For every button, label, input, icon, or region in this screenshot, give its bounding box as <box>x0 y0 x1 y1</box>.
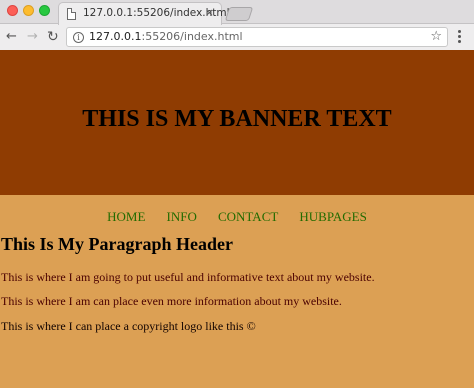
more-menu-icon[interactable] <box>458 30 461 44</box>
banner-text: THIS IS MY BANNER TEXT <box>82 106 392 132</box>
browser-chrome: 127.0.0.1:55206/index.html × ← → ↻ i 127… <box>0 0 474 50</box>
paragraph-3: This is where I can place a copyright lo… <box>1 319 256 333</box>
web-page: THIS IS MY BANNER TEXT HOME INFO CONTACT… <box>0 50 474 388</box>
address-bar[interactable]: i 127.0.0.1:55206/index.html ☆ <box>66 27 448 47</box>
maximize-window-button[interactable] <box>39 5 50 16</box>
info-icon[interactable]: i <box>73 32 84 43</box>
minimize-window-button[interactable] <box>23 5 34 16</box>
banner: THIS IS MY BANNER TEXT <box>0 50 474 195</box>
site-nav: HOME INFO CONTACT HUBPAGES <box>0 206 474 225</box>
reload-icon[interactable]: ↻ <box>47 29 59 45</box>
close-window-button[interactable] <box>7 5 18 16</box>
browser-toolbar: ← → ↻ i 127.0.0.1:55206/index.html ☆ <box>0 25 474 50</box>
url-path: :55206/index.html <box>141 30 243 43</box>
url-host: 127.0.0.1 <box>89 30 142 43</box>
nav-link-info[interactable]: INFO <box>167 209 197 224</box>
tab-close-icon[interactable]: × <box>205 6 214 19</box>
browser-tab[interactable]: 127.0.0.1:55206/index.html × <box>58 2 230 25</box>
paragraph-header: This Is My Paragraph Header <box>1 234 233 254</box>
back-icon[interactable]: ← <box>6 29 17 45</box>
new-tab-button[interactable] <box>224 7 254 21</box>
tab-strip: 127.0.0.1:55206/index.html × <box>0 0 474 25</box>
url-text[interactable]: 127.0.0.1:55206/index.html <box>89 30 243 43</box>
nav-link-contact[interactable]: CONTACT <box>218 209 278 224</box>
page-icon <box>67 8 76 20</box>
nav-link-home[interactable]: HOME <box>107 209 145 224</box>
forward-icon[interactable]: → <box>27 29 38 45</box>
paragraph-1: This is where I am going to put useful a… <box>1 270 375 284</box>
paragraph-2: This is where I am can place even more i… <box>1 294 342 308</box>
nav-link-hubpages[interactable]: HUBPAGES <box>299 209 366 224</box>
bookmark-star-icon[interactable]: ☆ <box>430 29 442 44</box>
